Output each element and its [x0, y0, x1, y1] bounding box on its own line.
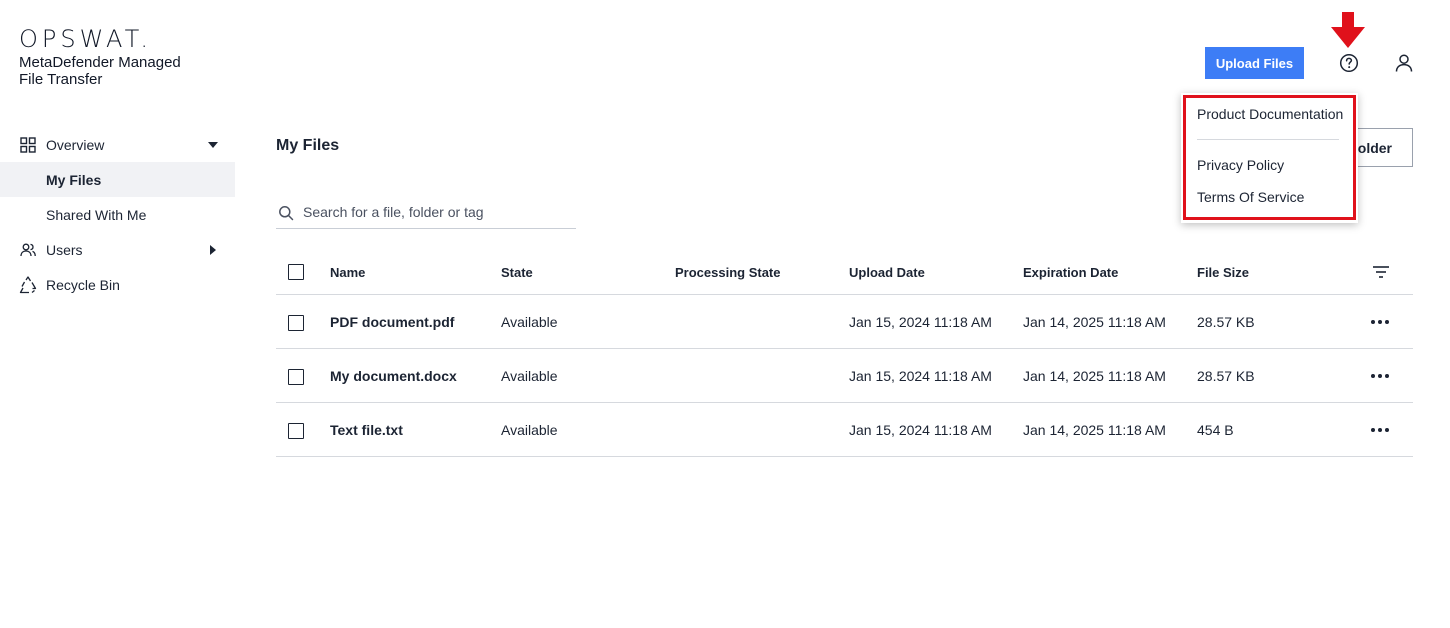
brand: OPSWAT. MetaDefender Managed File Transf…: [19, 26, 219, 88]
menu-divider: [1197, 139, 1339, 140]
more-options-icon[interactable]: [1370, 423, 1390, 437]
product-name-line1: MetaDefender Managed: [19, 54, 181, 71]
table-row[interactable]: My document.docx Available Jan 15, 2024 …: [276, 349, 1413, 403]
column-header-file-size[interactable]: File Size: [1197, 250, 1249, 294]
help-button[interactable]: [1337, 51, 1361, 75]
file-name[interactable]: Text file.txt: [330, 403, 403, 456]
column-header-state[interactable]: State: [501, 250, 533, 294]
search-icon: [279, 206, 294, 221]
opswat-logo: OPSWAT.: [19, 25, 153, 53]
page-title: My Files: [276, 137, 340, 154]
search-bar: [276, 196, 576, 229]
menu-item-privacy-policy[interactable]: Privacy Policy: [1197, 157, 1284, 173]
filter-icon[interactable]: [1372, 264, 1390, 280]
sidebar-item-overview[interactable]: Overview: [0, 127, 235, 162]
column-header-upload-date[interactable]: Upload Date: [849, 250, 925, 294]
sidebar-item-my-files[interactable]: My Files: [0, 162, 235, 197]
more-options-icon[interactable]: [1370, 315, 1390, 329]
help-circle-icon: [1339, 53, 1359, 73]
recycle-icon: [19, 276, 37, 294]
file-state: Available: [501, 367, 558, 384]
file-size: 28.57 KB: [1197, 367, 1255, 384]
users-icon: [19, 241, 37, 259]
file-name[interactable]: My document.docx: [330, 349, 457, 402]
table-row[interactable]: PDF document.pdf Available Jan 15, 2024 …: [276, 295, 1413, 349]
sidebar-item-recycle-bin[interactable]: Recycle Bin: [0, 267, 235, 302]
user-account-button[interactable]: [1392, 51, 1416, 75]
column-header-name[interactable]: Name: [330, 250, 365, 294]
file-state: Available: [501, 313, 558, 330]
table-header-row: Name State Processing State Upload Date …: [276, 250, 1413, 295]
caret-down-icon: [208, 142, 218, 148]
caret-right-icon: [210, 245, 216, 255]
menu-item-terms-of-service[interactable]: Terms Of Service: [1197, 189, 1304, 205]
file-upload-date: Jan 15, 2024 11:18 AM: [849, 367, 992, 384]
file-expiration-date: Jan 14, 2025 11:18 AM: [1023, 421, 1166, 438]
file-upload-date: Jan 15, 2024 11:18 AM: [849, 313, 992, 330]
file-size: 28.57 KB: [1197, 313, 1255, 330]
sidebar-item-label: My Files: [46, 171, 102, 188]
row-checkbox[interactable]: [288, 423, 304, 439]
sidebar-item-shared-with-me[interactable]: Shared With Me: [0, 197, 235, 232]
help-menu: Product Documentation Privacy Policy Ter…: [1181, 93, 1358, 223]
file-expiration-date: Jan 14, 2025 11:18 AM: [1023, 367, 1166, 384]
select-all-checkbox[interactable]: [288, 264, 304, 280]
files-table: Name State Processing State Upload Date …: [276, 250, 1413, 457]
red-arrow-annotation-icon: [1331, 12, 1365, 48]
column-header-expiration-date[interactable]: Expiration Date: [1023, 250, 1118, 294]
upload-files-button[interactable]: Upload Files: [1205, 47, 1304, 79]
sidebar-item-label: Overview: [46, 136, 105, 153]
sidebar-item-label: Users: [46, 241, 83, 258]
product-name: MetaDefender Managed File Transfer: [19, 54, 219, 88]
grid-icon: [19, 136, 37, 154]
column-header-processing-state[interactable]: Processing State: [675, 250, 781, 294]
sidebar-item-label: Shared With Me: [46, 206, 147, 223]
file-expiration-date: Jan 14, 2025 11:18 AM: [1023, 313, 1166, 330]
table-row[interactable]: Text file.txt Available Jan 15, 2024 11:…: [276, 403, 1413, 457]
file-size: 454 B: [1197, 421, 1234, 438]
row-checkbox[interactable]: [288, 315, 304, 331]
row-checkbox[interactable]: [288, 369, 304, 385]
file-name[interactable]: PDF document.pdf: [330, 295, 454, 348]
sidebar-item-users[interactable]: Users: [0, 232, 235, 267]
product-name-line2: File Transfer: [19, 71, 103, 88]
sidebar-item-label: Recycle Bin: [46, 276, 120, 293]
sidebar: Overview My Files Shared With Me Users R…: [0, 127, 235, 302]
search-input[interactable]: [303, 202, 573, 222]
file-upload-date: Jan 15, 2024 11:18 AM: [849, 421, 992, 438]
more-options-icon[interactable]: [1370, 369, 1390, 383]
user-icon: [1395, 54, 1413, 72]
menu-item-product-documentation[interactable]: Product Documentation: [1197, 106, 1343, 122]
file-state: Available: [501, 421, 558, 438]
